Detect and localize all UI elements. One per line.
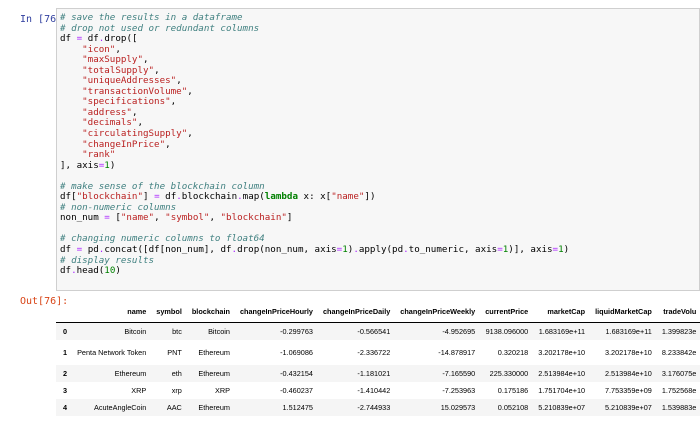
table-cell: 1.512475 [282,402,313,412]
table-cell: 1.752568e [661,385,697,395]
table-cell: AAC [166,402,182,412]
table-cell: Bitcoin [208,326,230,336]
table-cell: -14.878917 [438,347,476,357]
code-string: "uniqueAddresses" [82,75,177,87]
code-comment: # make sense of the blockchain column [60,180,265,192]
table-cell: Ethereum [198,368,230,378]
code-cell[interactable]: # save the results in a dataframe # drop… [56,8,700,291]
table-cell: XRP [214,385,230,395]
table-row: 2 Ethereum eth Ethereum -0.432154 -1.181… [56,364,700,382]
table-cell: -0.460237 [280,385,313,395]
column-header: changeInPriceHourly [234,301,318,323]
table-cell: 1.399823e [661,326,697,336]
table-cell: 7.753359e+09 [604,385,652,395]
table-cell: 5.210839e+07 [604,402,652,412]
code-string: "maxSupply" [82,54,143,66]
code-string: "transactionVolume" [82,85,188,97]
code-string: "decimals" [82,117,138,129]
code-string: "changeInPrice" [82,138,166,150]
code-string: "name" [331,191,365,203]
table-cell: xrp [171,385,182,395]
table-row: 0 Bitcoin btc Bitcoin -0.299763 -0.56654… [56,322,700,340]
table-cell: -0.432154 [280,368,313,378]
code-string: "address" [82,106,132,118]
code-string: "blockchain" [220,212,287,224]
table-cell: 15.029573 [440,402,476,412]
table-cell: 9138.096000 [485,326,529,336]
table-cell: -1.410442 [357,385,391,395]
table-cell: Penta Network Token [77,347,147,357]
table-cell: -4.952695 [442,326,476,336]
table-cell: Ethereum [198,347,230,357]
table-row: 1 Penta Network Token PNT Ethereum -1.06… [56,340,700,365]
row-index: 3 [63,385,68,395]
table-cell: -1.181021 [357,368,391,378]
code-string: "icon" [82,43,116,55]
column-header: tradeVolu [656,301,700,323]
table-cell: 1.683169e+11 [538,326,586,336]
column-header: currentPrice [480,301,534,323]
table-cell: 225.330000 [489,368,529,378]
table-cell: 2.513984e+10 [604,368,652,378]
column-header: changeInPriceWeekly [395,301,481,323]
table-cell: 1.539883e [661,402,697,412]
table-cell: btc [172,326,182,336]
table-cell: 3.202178e+10 [604,347,652,357]
table-cell: -7.253963 [442,385,476,395]
code-comment: # non-numeric columns [60,201,177,213]
table-cell: Ethereum [198,402,230,412]
table-cell: PNT [167,347,182,357]
table-cell: eth [171,368,182,378]
table-header-row: name symbol blockchain changeInPriceHour… [56,301,700,323]
table-row: 3 XRP xrp XRP -0.460237 -1.410442 -7.253… [56,382,700,399]
table-row: 4 AcuteAngleCoin AAC Ethereum 1.512475 -… [56,398,700,416]
index-header [56,301,73,323]
row-index: 1 [63,347,68,357]
table-cell: -1.069086 [280,347,313,357]
column-header: name [72,301,152,323]
table-cell: -2.744933 [357,402,391,412]
table-cell: Ethereum [114,368,147,378]
code-string: "circulatingSupply" [82,128,188,140]
table-cell: 8.233842e [661,347,697,357]
table-cell: 3.202178e+10 [538,347,586,357]
row-index: 4 [63,402,68,412]
code-comment: # display results [60,254,155,266]
code-string: "specifications" [82,96,171,108]
code-string: "blockchain" [76,191,143,203]
code-editor[interactable]: # save the results in a dataframe # drop… [57,9,699,277]
row-index: 0 [63,326,68,336]
code-string: "totalSupply" [82,64,155,76]
table-cell: XRP [131,385,147,395]
table-cell: 2.513984e+10 [538,368,586,378]
table-cell: Bitcoin [124,326,147,336]
table-cell: 3.176075e [661,368,697,378]
table-cell: -0.566541 [357,326,391,336]
output-area: name symbol blockchain changeInPriceHour… [56,301,700,421]
dataframe-table: name symbol blockchain changeInPriceHour… [56,301,700,416]
code-string: "name" [120,212,155,224]
table-cell: 0.175186 [497,385,529,395]
column-header: changeInPriceDaily [317,301,396,323]
table-cell: 0.052108 [497,402,529,412]
code-string: "rank" [82,149,116,161]
table-cell: -2.336722 [357,347,391,357]
column-header: symbol [151,301,187,323]
table-cell: -0.299763 [280,326,313,336]
code-comment: # save the results in a dataframe [60,12,243,23]
code-comment: # drop not used or redundant columns [60,22,260,34]
table-cell: 0.320218 [497,347,529,357]
table-cell: -7.165590 [442,368,476,378]
column-header: marketCap [533,301,591,323]
column-header: liquidMarketCap [590,301,657,323]
column-header: blockchain [186,301,235,323]
code-string: "symbol" [165,212,210,224]
table-cell: 5.210839e+07 [538,402,586,412]
table-cell: 1.683169e+11 [605,326,652,336]
table-cell: AcuteAngleCoin [93,402,147,412]
table-cell: 1.751704e+10 [538,385,586,395]
code-comment: # changing numeric columns to float64 [60,233,265,245]
row-index: 2 [63,368,68,378]
